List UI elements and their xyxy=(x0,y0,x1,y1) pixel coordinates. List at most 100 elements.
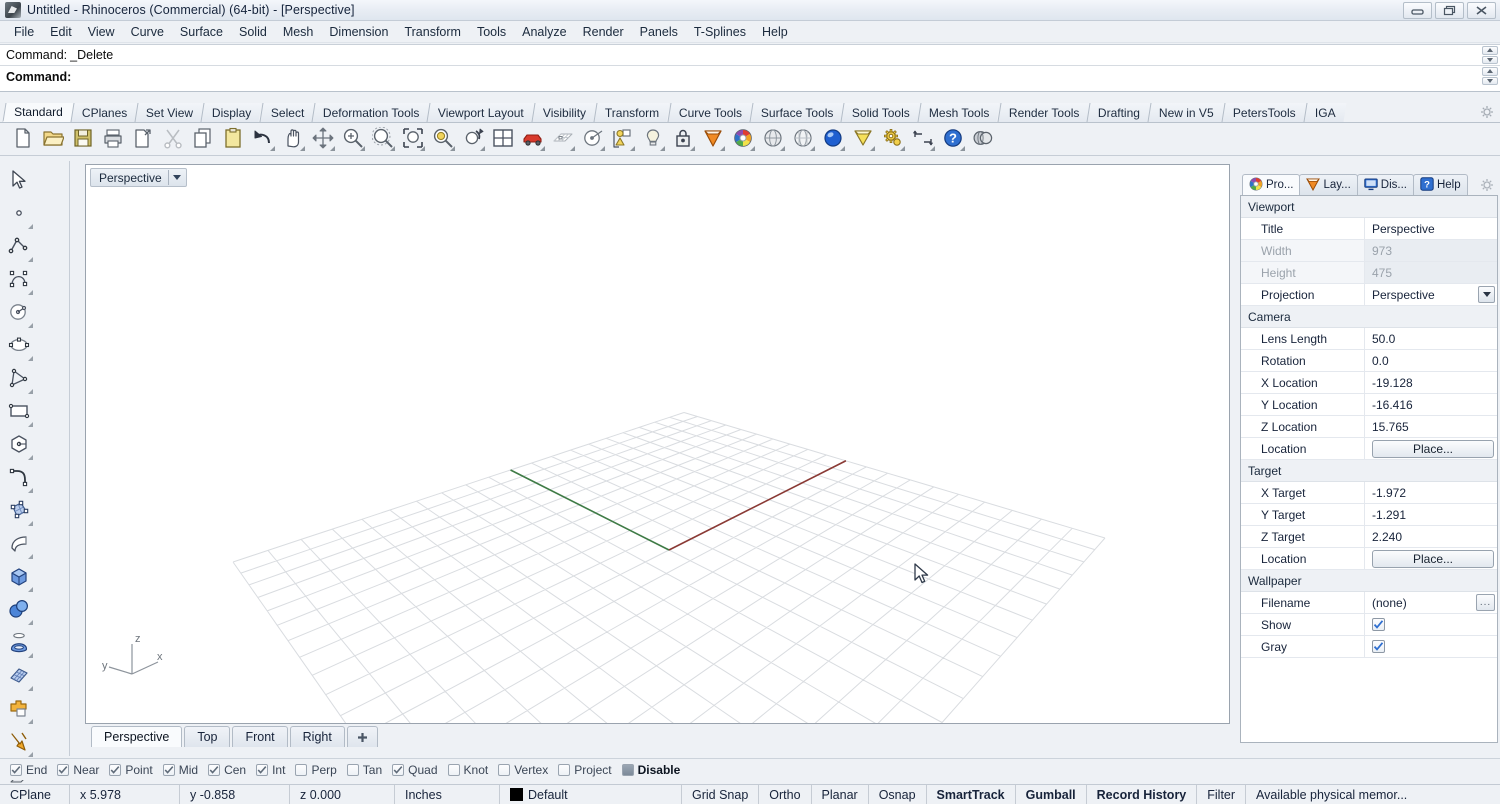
cut-button[interactable] xyxy=(158,125,187,153)
property-value[interactable]: Place... xyxy=(1365,548,1497,569)
object-snap-button[interactable] xyxy=(608,125,637,153)
status-toggle-planar[interactable]: Planar xyxy=(812,785,869,804)
osnap-disable[interactable]: Disable xyxy=(620,763,687,777)
toolbar-tab-select[interactable]: Select xyxy=(259,103,315,122)
flyout-corner-icon[interactable] xyxy=(720,146,725,151)
flyout-corner-icon[interactable] xyxy=(450,146,455,151)
render-globe-button[interactable] xyxy=(968,125,997,153)
property-value[interactable]: Place... xyxy=(1365,438,1497,459)
cplane-button[interactable] xyxy=(548,125,577,153)
toolbar-tab-curve-tools[interactable]: Curve Tools xyxy=(667,103,753,122)
property-value[interactable]: Perspective xyxy=(1365,218,1497,239)
flyout-corner-icon[interactable] xyxy=(300,146,305,151)
flyout-corner-icon[interactable] xyxy=(600,146,605,151)
status-x-coordinate[interactable]: x 5.978 xyxy=(70,785,180,804)
set-view-button[interactable] xyxy=(578,125,607,153)
flyout-corner-icon[interactable] xyxy=(28,521,33,526)
property-value[interactable]: -19.128 xyxy=(1365,372,1497,393)
restore-button[interactable] xyxy=(1435,2,1464,19)
pan-button[interactable] xyxy=(278,125,307,153)
dimension-button[interactable] xyxy=(908,125,937,153)
toolbar-tab-deformation-tools[interactable]: Deformation Tools xyxy=(311,103,430,122)
checkbox[interactable] xyxy=(256,763,269,776)
minimize-button[interactable] xyxy=(1403,2,1432,19)
copy-button[interactable] xyxy=(188,125,217,153)
sphere-button[interactable] xyxy=(3,594,35,627)
checkbox[interactable] xyxy=(392,763,405,776)
flyout-corner-icon[interactable] xyxy=(930,146,935,151)
checkbox[interactable] xyxy=(558,763,571,776)
checkbox[interactable] xyxy=(1372,640,1385,653)
toolbar-tab-display[interactable]: Display xyxy=(200,103,263,122)
place-button[interactable]: Place... xyxy=(1372,439,1494,458)
command-input-line[interactable]: Command: xyxy=(0,66,1500,87)
viewport-tab-top[interactable]: Top xyxy=(184,726,231,747)
fillet-curves-button[interactable] xyxy=(3,462,35,495)
flyout-corner-icon[interactable] xyxy=(690,146,695,151)
flyout-corner-icon[interactable] xyxy=(660,146,665,151)
export-button[interactable] xyxy=(128,125,157,153)
paste-button[interactable] xyxy=(218,125,247,153)
flyout-corner-icon[interactable] xyxy=(28,290,33,295)
status-toggle-record-history[interactable]: Record History xyxy=(1087,785,1198,804)
toolbar-tab-iga[interactable]: IGA xyxy=(1303,103,1346,122)
gear-icon[interactable] xyxy=(1480,178,1494,195)
chevron-down-icon[interactable] xyxy=(167,170,183,185)
panel-tab-help[interactable]: ? Help xyxy=(1412,174,1468,195)
osnap-mid[interactable]: Mid xyxy=(161,763,204,777)
flyout-corner-icon[interactable] xyxy=(28,752,33,757)
status-cplane[interactable]: CPlane xyxy=(0,785,70,804)
menu-item-curve[interactable]: Curve xyxy=(123,23,172,41)
osnap-point[interactable]: Point xyxy=(107,763,158,777)
property-value[interactable]: 15.765 xyxy=(1365,416,1497,437)
menu-item-view[interactable]: View xyxy=(80,23,123,41)
place-button[interactable]: Place... xyxy=(1372,549,1494,568)
property-value[interactable] xyxy=(1365,614,1497,635)
car-render-button[interactable] xyxy=(518,125,547,153)
menu-item-t-splines[interactable]: T-Splines xyxy=(686,23,754,41)
osnap-tan[interactable]: Tan xyxy=(345,763,388,777)
flyout-corner-icon[interactable] xyxy=(270,146,275,151)
status-z-coordinate[interactable]: z 0.000 xyxy=(290,785,395,804)
print-button[interactable] xyxy=(98,125,127,153)
panel-tab-pro[interactable]: Pro... xyxy=(1242,174,1301,195)
render-preview-button[interactable] xyxy=(848,125,877,153)
point-button[interactable] xyxy=(3,198,35,231)
flyout-corner-icon[interactable] xyxy=(750,146,755,151)
flyout-corner-icon[interactable] xyxy=(28,422,33,427)
flyout-corner-icon[interactable] xyxy=(420,146,425,151)
polyline-button[interactable] xyxy=(3,231,35,264)
spinner-down-button[interactable] xyxy=(1482,76,1498,85)
osnap-near[interactable]: Near xyxy=(55,763,105,777)
menu-item-help[interactable]: Help xyxy=(754,23,796,41)
flyout-corner-icon[interactable] xyxy=(28,653,33,658)
osnap-int[interactable]: Int xyxy=(254,763,291,777)
viewport-title-label[interactable]: Perspective xyxy=(90,168,187,187)
panel-tab-lay[interactable]: Lay... xyxy=(1299,174,1358,195)
zoom-in-button[interactable] xyxy=(338,125,367,153)
perspective-viewport[interactable]: Perspective z x y xyxy=(85,164,1230,724)
checkbox[interactable] xyxy=(57,763,70,776)
move-button[interactable] xyxy=(308,125,337,153)
box-button[interactable] xyxy=(3,561,35,594)
checkbox[interactable] xyxy=(208,763,221,776)
layers-button[interactable] xyxy=(698,125,727,153)
extrude-surface-button[interactable] xyxy=(3,528,35,561)
osnap-end[interactable]: End xyxy=(8,763,53,777)
explode-button[interactable] xyxy=(3,726,35,759)
zoom-dynamic-button[interactable] xyxy=(368,125,397,153)
toolbar-tab-visibility[interactable]: Visibility xyxy=(531,103,597,122)
spinner-up-button[interactable] xyxy=(1482,46,1498,55)
add-viewport-tab-button[interactable] xyxy=(346,726,378,747)
close-button[interactable] xyxy=(1467,2,1496,19)
viewport-tab-front[interactable]: Front xyxy=(232,726,288,747)
property-value[interactable] xyxy=(1365,636,1497,657)
flyout-corner-icon[interactable] xyxy=(28,719,33,724)
flyout-corner-icon[interactable] xyxy=(28,356,33,361)
flyout-corner-icon[interactable] xyxy=(28,455,33,460)
osnap-cen[interactable]: Cen xyxy=(206,763,252,777)
flyout-corner-icon[interactable] xyxy=(480,146,485,151)
checkbox[interactable] xyxy=(295,763,308,776)
checkbox[interactable] xyxy=(621,763,634,776)
select-objects-button[interactable] xyxy=(3,165,35,198)
